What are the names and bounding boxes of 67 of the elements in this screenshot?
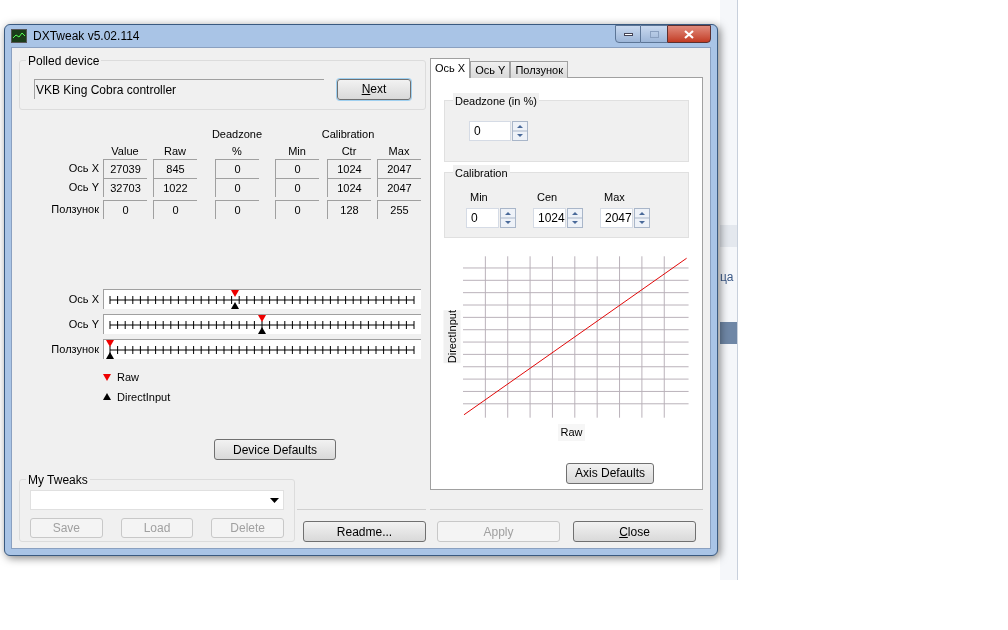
close-icon — [684, 29, 694, 39]
minimize-button[interactable] — [615, 25, 641, 43]
directinput-marker-icon — [103, 393, 111, 401]
table-cell: 2047 — [377, 178, 421, 197]
tab[interactable]: Ось Y — [470, 61, 511, 78]
column-header: Max — [387, 143, 411, 159]
raw-marker-icon — [103, 373, 111, 381]
table-cell: 1022 — [153, 178, 197, 197]
spin-arrows-icon[interactable] — [512, 121, 528, 141]
app-icon — [11, 29, 27, 43]
table-cell: 0 — [153, 200, 197, 219]
field-label: Min — [469, 190, 489, 205]
column-header: Raw — [163, 143, 187, 159]
table-cell: 128 — [327, 200, 371, 219]
legend-label: Raw — [117, 370, 139, 385]
column-header: Ctr — [340, 143, 358, 159]
table-cell: 0 — [103, 200, 147, 219]
field-label: Max — [603, 190, 626, 205]
window-title: DXTweak v5.02.114 — [33, 28, 140, 45]
tab[interactable]: Ось X — [430, 58, 471, 78]
y-axis-label: DirectInput — [444, 310, 461, 364]
readme-button[interactable]: Readme... — [303, 521, 426, 542]
spin-arrows-icon[interactable] — [500, 207, 516, 228]
next-button[interactable]: Next — [337, 78, 411, 100]
close-button[interactable]: Close — [573, 521, 696, 542]
table-cell: 0 — [275, 178, 319, 197]
device-defaults-button[interactable]: Device Defaults — [214, 439, 336, 460]
axis-label: Ось Y — [67, 316, 99, 332]
axis-label: Ползунок — [50, 341, 99, 357]
table-cell: 845 — [153, 159, 197, 178]
row-label: Ось Y — [67, 180, 99, 196]
table-cell: 0 — [275, 200, 319, 219]
background-text: ца — [720, 269, 735, 286]
axis-defaults-button[interactable]: Axis Defaults — [566, 462, 654, 484]
column-header: Min — [287, 143, 307, 159]
table-cell: 2047 — [377, 159, 421, 178]
table-cell: 255 — [377, 200, 421, 219]
number-field[interactable]: 1024 — [533, 207, 566, 228]
dropdown-arrow-icon — [270, 497, 279, 503]
table-cell: 27039 — [103, 159, 147, 178]
table-cell: 1024 — [327, 178, 371, 197]
spin-arrows-icon[interactable] — [634, 207, 650, 228]
table-cell: 32703 — [103, 178, 147, 197]
number-field[interactable]: 2047 — [600, 207, 633, 228]
row-label: Ось X — [67, 161, 99, 177]
legend-label: DirectInput — [117, 389, 171, 405]
table-cell: 0 — [215, 178, 259, 197]
number-field[interactable]: 0 — [466, 207, 499, 228]
maximize-button[interactable] — [641, 25, 667, 43]
axis-label: Ось X — [67, 291, 99, 307]
device-name-field: VKB King Cobra controller — [34, 79, 324, 99]
close-window-button[interactable] — [667, 25, 711, 43]
row-label: Ползунок — [50, 202, 99, 218]
column-group-header: Deadzone — [210, 126, 264, 142]
table-cell: 1024 — [327, 159, 371, 178]
table-cell: 0 — [215, 200, 259, 219]
number-field[interactable]: 0 — [469, 121, 511, 141]
x-axis-label: Raw — [558, 424, 585, 441]
field-label: Cen — [536, 190, 559, 205]
table-cell: 0 — [215, 159, 259, 178]
table-cell: 0 — [275, 159, 319, 178]
column-header: Value — [110, 143, 140, 159]
tab[interactable]: Ползунок — [510, 61, 568, 78]
group-label: Deadzone (in %) — [453, 93, 539, 110]
spin-arrows-icon[interactable] — [567, 207, 583, 228]
column-header: % — [231, 143, 243, 159]
column-group-header: Calibration — [320, 126, 376, 142]
